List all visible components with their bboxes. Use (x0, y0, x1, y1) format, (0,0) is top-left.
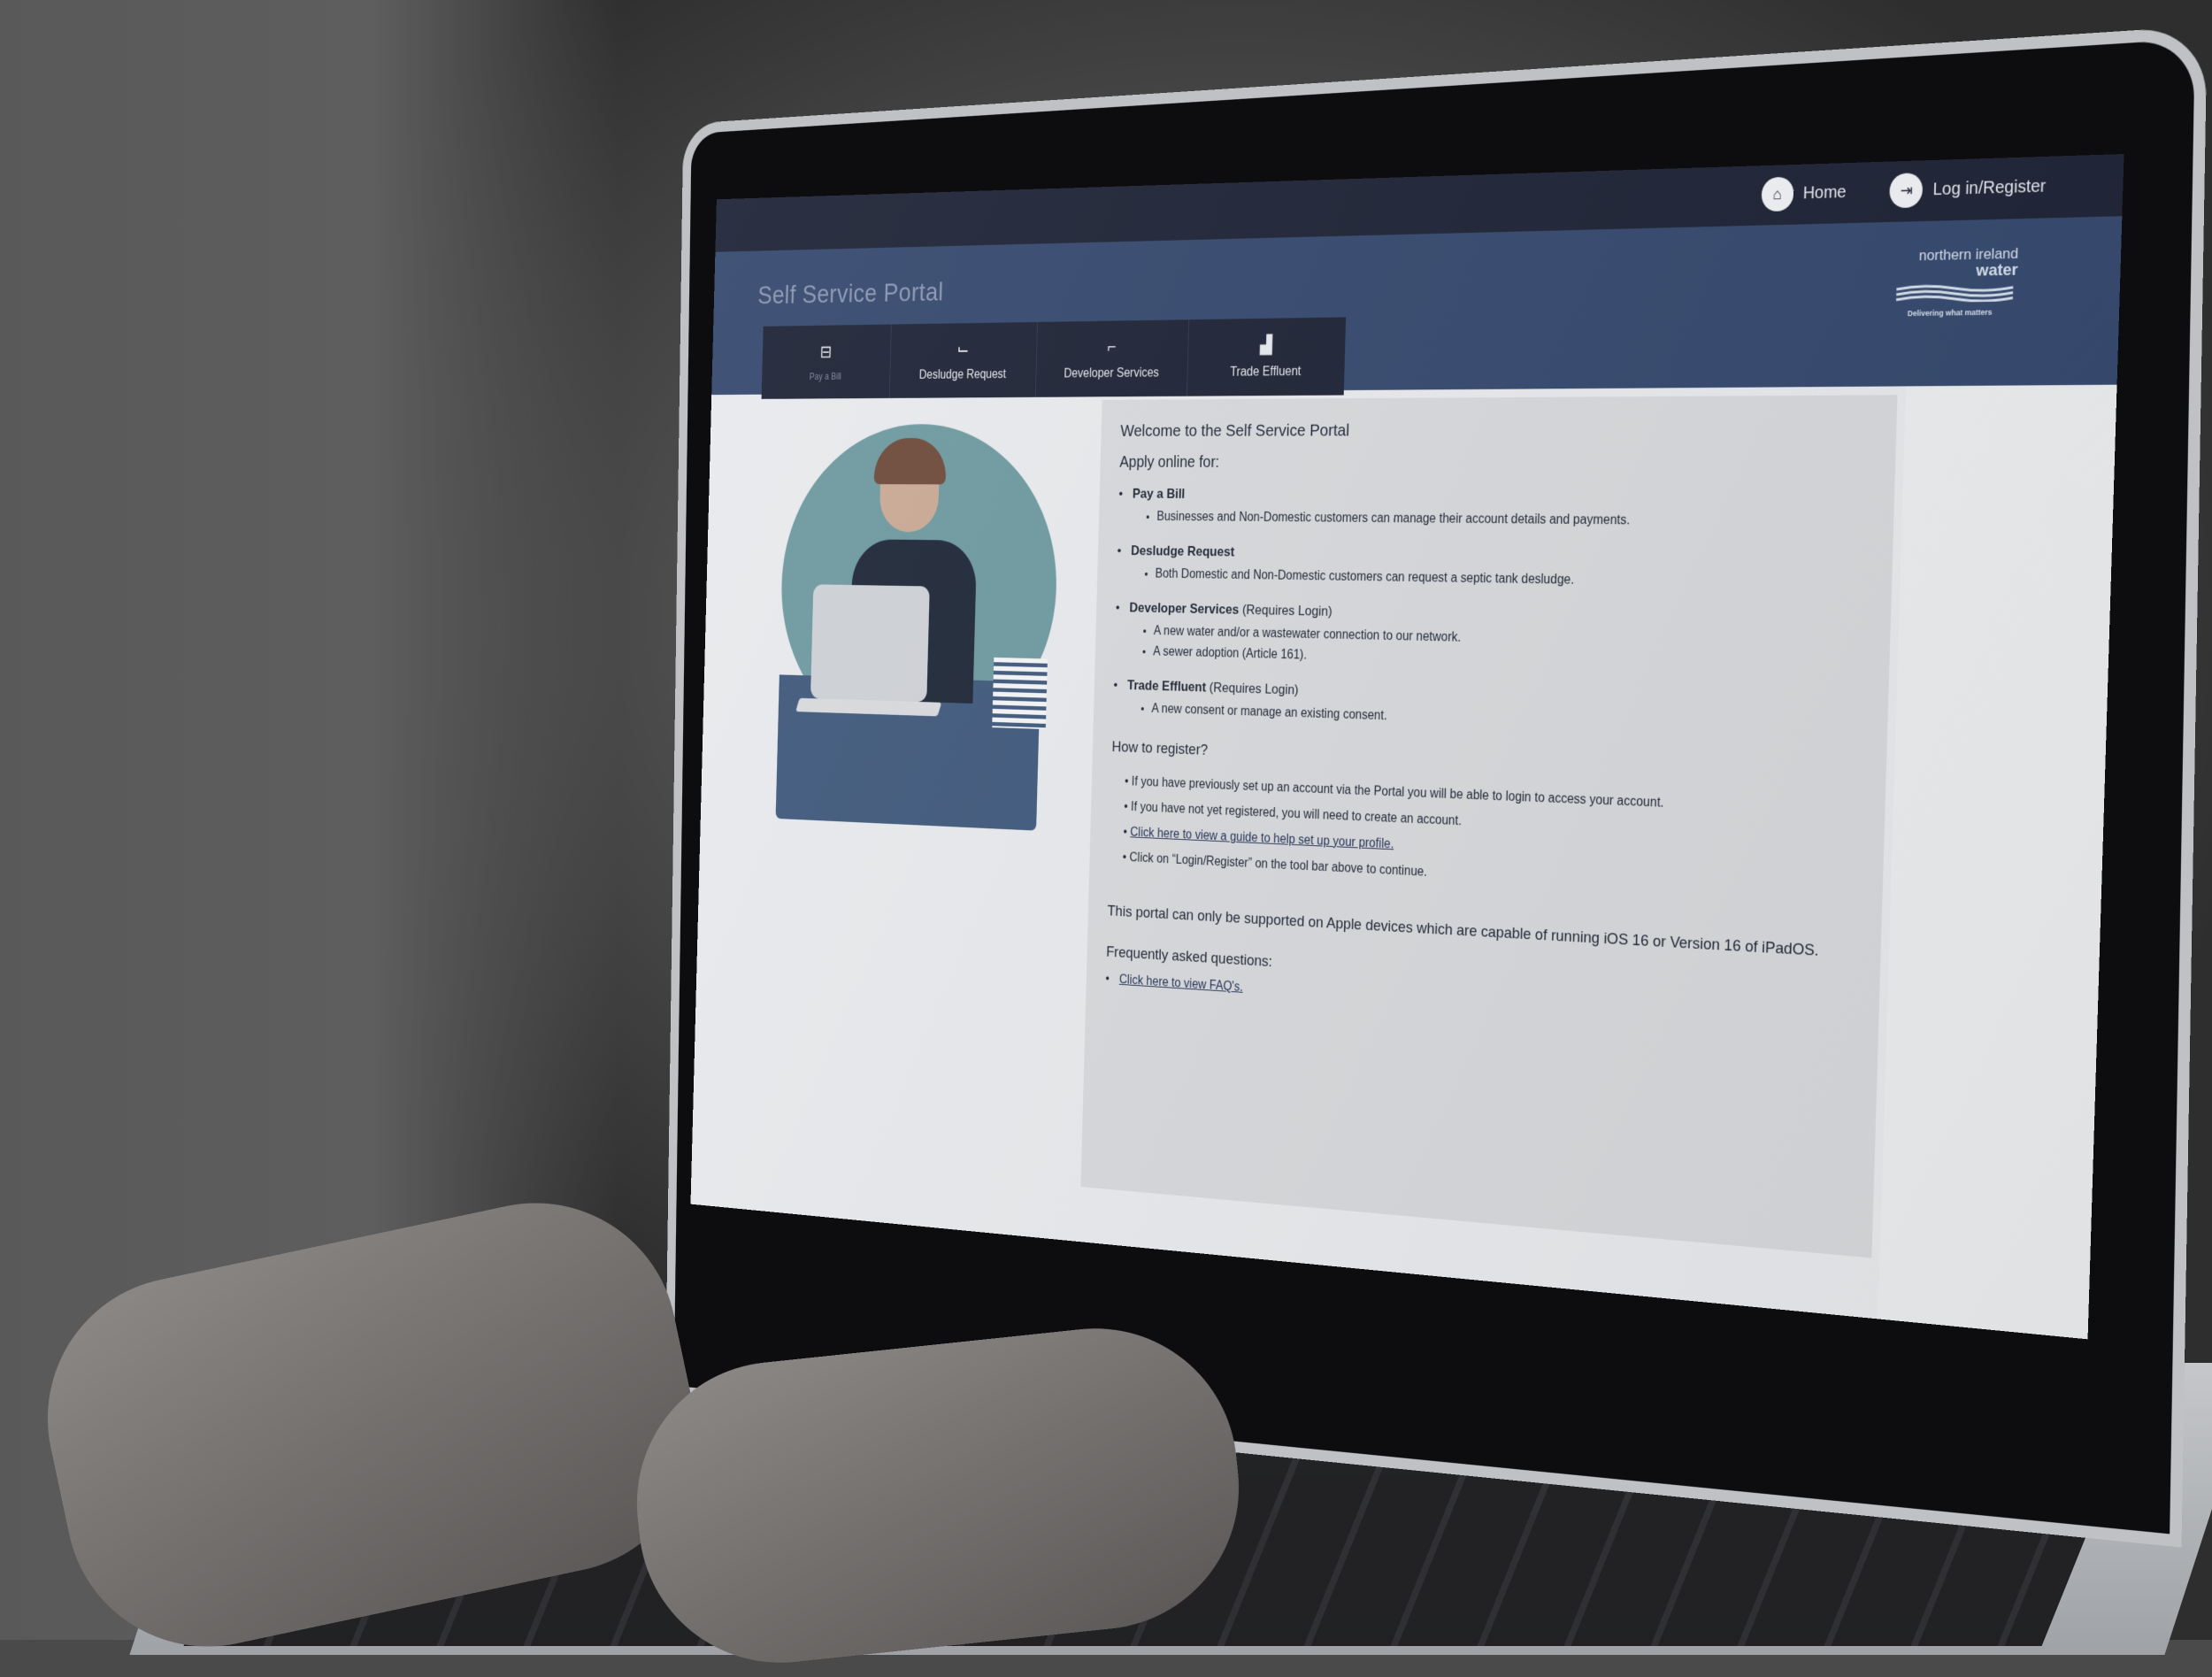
illustration-papers (992, 658, 1048, 729)
login-register-label: Log in/Register (1932, 176, 2046, 199)
welcome-title: Welcome to the Self Service Portal (1120, 419, 1874, 441)
service-detail: Both Domestic and Non-Domestic customers… (1155, 564, 1869, 596)
service-name: Developer Services (1129, 600, 1239, 617)
pipe-icon: ⌙ (956, 339, 969, 359)
tab-label: Pay a Bill (810, 371, 841, 381)
service-tabs: ⊟ Pay a Bill ⌙ Desludge Request ⌐ Develo… (762, 317, 1347, 398)
tab-label: Trade Effluent (1230, 365, 1302, 380)
laptop-screen: ⌂ Home ⇥ Log in/Register Self Service Po… (690, 154, 2124, 1339)
service-developer-services: Developer Services (Requires Login) A ne… (1114, 600, 1868, 681)
welcome-panel: Welcome to the Self Service Portal Apply… (1080, 395, 1897, 1258)
service-name: Pay a Bill (1133, 486, 1186, 501)
tab-label: Developer Services (1064, 366, 1159, 381)
service-name: Trade Effluent (1127, 678, 1206, 696)
service-name: Desludge Request (1131, 543, 1234, 560)
logo-wave-icon (1892, 282, 2017, 304)
home-label: Home (1802, 182, 1846, 204)
service-detail: Businesses and Non-Domestic customers ca… (1156, 507, 1871, 535)
logo-tagline: Delivering what matters (1884, 307, 2017, 318)
tab-label: Desludge Request (919, 368, 1007, 383)
register-steps: If you have previously set up an account… (1109, 769, 1863, 908)
tab-trade-effluent[interactable]: ▟ Trade Effluent (1187, 317, 1346, 396)
page-right-margin (1878, 385, 2117, 1340)
illustration-laptop (810, 584, 930, 702)
tap-icon: ⌐ (1107, 336, 1117, 357)
logo-line-2: water (1885, 261, 2018, 283)
login-icon: ⇥ (1889, 173, 1923, 208)
factory-icon: ▟ (1260, 335, 1272, 356)
apply-online-label: Apply online for: (1119, 454, 1872, 474)
user-at-laptop-illustration (775, 424, 1061, 863)
bill-icon: ⊟ (820, 342, 833, 363)
login-register-link[interactable]: ⇥ Log in/Register (1889, 169, 2046, 209)
ni-water-logo[interactable]: northern ireland water Delivering what m… (1884, 245, 2019, 319)
service-pay-a-bill: Pay a Bill Businesses and Non-Domestic c… (1118, 486, 1871, 534)
home-icon: ⌂ (1761, 177, 1793, 212)
service-detail: A new consent or manage an existing cons… (1151, 699, 1864, 743)
service-note: (Requires Login) (1210, 680, 1299, 697)
service-note: (Requires Login) (1242, 602, 1333, 619)
service-trade-effluent: Trade Effluent (Requires Login) A new co… (1113, 677, 1866, 742)
home-link[interactable]: ⌂ Home (1761, 175, 1847, 212)
faq-link[interactable]: Click here to view FAQ's. (1119, 973, 1243, 994)
tab-pay-a-bill[interactable]: ⊟ Pay a Bill (762, 325, 892, 399)
tab-developer-services[interactable]: ⌐ Developer Services (1036, 319, 1190, 397)
page-title: Self Service Portal (757, 277, 944, 311)
tab-desludge-request[interactable]: ⌙ Desludge Request (890, 322, 1038, 398)
service-desludge-request: Desludge Request Both Domestic and Non-D… (1117, 542, 1870, 596)
